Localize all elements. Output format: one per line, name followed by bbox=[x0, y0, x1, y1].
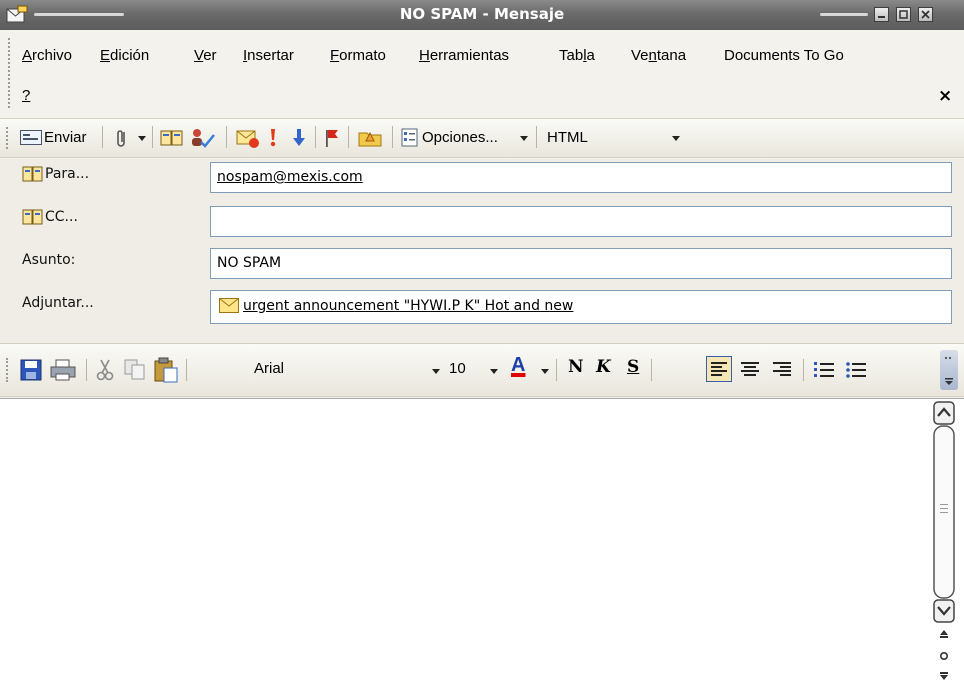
menu-help[interactable]: ? bbox=[22, 87, 30, 104]
italic-button[interactable]: K bbox=[596, 357, 611, 377]
bullet-list-icon[interactable] bbox=[844, 358, 868, 382]
toolbar-separator bbox=[536, 126, 537, 148]
format-select-value: HTML bbox=[547, 129, 588, 146]
low-importance-icon[interactable] bbox=[292, 127, 306, 149]
toolbar-separator bbox=[86, 359, 87, 381]
copy-icon[interactable] bbox=[124, 359, 146, 381]
align-left-button[interactable] bbox=[706, 356, 732, 382]
maximize-button[interactable] bbox=[896, 7, 911, 22]
address-book-icon bbox=[22, 209, 43, 225]
menu-insertar[interactable]: Insertar bbox=[243, 47, 294, 64]
importance-envelope-icon[interactable] bbox=[236, 127, 260, 149]
font-color-dropdown-arrow[interactable] bbox=[541, 369, 549, 374]
envelope-icon bbox=[219, 298, 239, 313]
menu-formato[interactable]: Formato bbox=[330, 47, 386, 64]
toolbar-separator bbox=[226, 126, 227, 148]
minimize-button[interactable] bbox=[874, 7, 889, 22]
to-button[interactable]: Para... bbox=[45, 166, 89, 182]
save-icon[interactable] bbox=[20, 359, 42, 381]
align-center-icon[interactable] bbox=[738, 358, 762, 382]
maximize-icon bbox=[899, 10, 908, 19]
follow-up-flag-icon[interactable] bbox=[324, 128, 340, 148]
address-book-icon bbox=[22, 166, 43, 182]
cc-button[interactable]: CC... bbox=[45, 209, 78, 225]
menu-herramientas[interactable]: Herramientas bbox=[419, 47, 509, 64]
menu-documents-to-go[interactable]: Documents To Go bbox=[724, 47, 844, 64]
toolbar-separator bbox=[651, 359, 652, 381]
attach-field[interactable]: urgent announcement "HYWI.P K" Hot and n… bbox=[210, 290, 952, 324]
to-field[interactable]: nospam@mexis.com bbox=[210, 162, 952, 193]
toolbar-separator bbox=[186, 359, 187, 381]
address-book-icon[interactable] bbox=[160, 128, 184, 148]
format-select[interactable]: HTML bbox=[540, 125, 690, 151]
title-bar[interactable]: NO SPAM - Mensaje bbox=[0, 0, 964, 30]
menu-archivo[interactable]: Archivo bbox=[22, 47, 72, 64]
scrollbar-graphic bbox=[933, 401, 955, 680]
message-window: NO SPAM - Mensaje Archivo Edición Ver In… bbox=[0, 0, 964, 688]
send-button[interactable]: Enviar bbox=[44, 129, 87, 146]
options-button[interactable]: Opciones... bbox=[422, 129, 498, 146]
standard-toolbar: Enviar Opciones... HTML bbox=[0, 119, 964, 158]
font-size-value: 10 bbox=[449, 360, 466, 377]
menu-grip[interactable] bbox=[8, 38, 13, 108]
paperclip-icon[interactable] bbox=[116, 128, 128, 148]
message-body[interactable] bbox=[0, 398, 964, 688]
title-bar-decoration bbox=[820, 13, 868, 16]
toolbar-separator bbox=[556, 359, 557, 381]
underline-button[interactable]: S bbox=[627, 357, 639, 377]
font-size-select[interactable]: 10 bbox=[443, 357, 483, 383]
close-icon bbox=[921, 10, 930, 19]
chevron-down-icon bbox=[945, 357, 953, 385]
header-fields: Para... nospam@mexis.com CC... Asunto: N… bbox=[0, 159, 964, 343]
toolbar-separator bbox=[152, 126, 153, 148]
vertical-scrollbar[interactable] bbox=[930, 400, 958, 688]
to-value[interactable]: nospam@mexis.com bbox=[217, 169, 363, 185]
toolbar-grip[interactable] bbox=[6, 358, 11, 382]
attach-button[interactable]: Adjuntar... bbox=[22, 295, 94, 311]
align-right-icon[interactable] bbox=[770, 358, 794, 382]
menu-ventana[interactable]: Ventana bbox=[631, 47, 686, 64]
toolbar-separator bbox=[392, 126, 393, 148]
format-dropdown-arrow[interactable] bbox=[672, 136, 680, 141]
send-icon bbox=[20, 130, 42, 145]
attach-dropdown-arrow[interactable] bbox=[138, 136, 146, 141]
menu-tabla[interactable]: Tabla bbox=[559, 47, 595, 64]
bold-button[interactable]: N bbox=[568, 357, 584, 377]
attachment-link[interactable]: urgent announcement "HYWI.P K" Hot and n… bbox=[243, 298, 573, 314]
options-icon bbox=[401, 128, 418, 147]
subject-field[interactable]: NO SPAM bbox=[210, 248, 952, 279]
subject-label: Asunto: bbox=[22, 252, 76, 268]
check-names-icon[interactable] bbox=[189, 127, 215, 149]
close-button[interactable] bbox=[918, 7, 933, 22]
print-icon[interactable] bbox=[50, 359, 76, 381]
cc-field[interactable] bbox=[210, 206, 952, 237]
toolbar-options-button[interactable] bbox=[940, 350, 958, 390]
formatting-toolbar: Arial 10 A N K S bbox=[0, 343, 964, 397]
cut-icon[interactable] bbox=[96, 359, 114, 381]
minimize-icon bbox=[878, 16, 885, 18]
menu-bar: Archivo Edición Ver Insertar Formato Her… bbox=[0, 30, 964, 119]
high-importance-icon[interactable] bbox=[268, 127, 278, 149]
font-size-dropdown-arrow[interactable] bbox=[490, 369, 498, 374]
align-left-icon bbox=[711, 362, 727, 376]
menu-edicion[interactable]: Edición bbox=[100, 47, 149, 64]
toolbar-separator bbox=[803, 359, 804, 381]
font-dropdown-arrow[interactable] bbox=[432, 369, 440, 374]
menu-ver[interactable]: Ver bbox=[194, 47, 217, 64]
font-select-value: Arial bbox=[254, 360, 285, 377]
toolbar-separator bbox=[102, 126, 103, 148]
permissions-folder-icon[interactable] bbox=[358, 127, 384, 149]
paste-icon[interactable] bbox=[154, 357, 178, 383]
options-dropdown-arrow[interactable] bbox=[520, 136, 528, 141]
font-select[interactable]: Arial bbox=[248, 357, 448, 383]
toolbar-grip[interactable] bbox=[6, 127, 11, 149]
toolbar-separator bbox=[315, 126, 316, 148]
numbered-list-icon[interactable] bbox=[812, 358, 836, 382]
close-menu-button[interactable]: × bbox=[938, 86, 952, 106]
font-color-button[interactable]: A bbox=[511, 354, 525, 377]
toolbar-separator bbox=[348, 126, 349, 148]
